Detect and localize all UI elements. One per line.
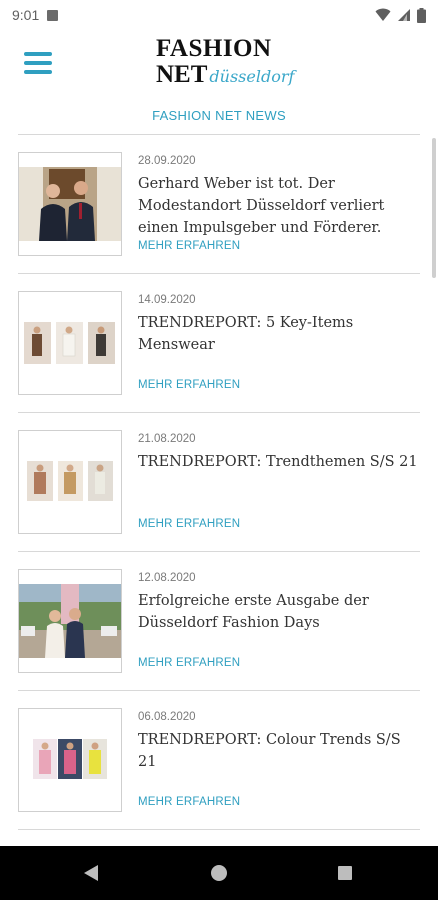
news-item[interactable]: 21.08.2020 TRENDREPORT: Trendthemen S/S … xyxy=(18,413,420,552)
news-title[interactable]: Erfolgreiche erste Ausgabe der Düsseldor… xyxy=(138,590,420,634)
news-item[interactable]: 14.09.2020 TRENDREPORT: 5 Key-Items Mens… xyxy=(18,274,420,413)
news-title[interactable]: Gerhard Weber ist tot. Der Modestandort … xyxy=(138,173,420,239)
section-title-news[interactable]: FASHION NET NEWS xyxy=(0,108,438,123)
scrollbar[interactable] xyxy=(432,138,436,278)
read-more-link[interactable]: MEHR ERFAHREN xyxy=(138,657,240,669)
recents-icon[interactable] xyxy=(338,866,352,880)
home-icon[interactable] xyxy=(211,865,227,881)
read-more-link[interactable]: MEHR ERFAHREN xyxy=(138,379,240,391)
news-thumbnail[interactable] xyxy=(18,291,122,395)
news-thumbnail[interactable] xyxy=(18,708,122,812)
news-title[interactable]: TRENDREPORT: Trendthemen S/S 21 xyxy=(138,451,420,473)
news-item[interactable]: 06.08.2020 TRENDREPORT: Colour Trends S/… xyxy=(18,691,420,830)
news-thumbnail[interactable] xyxy=(18,569,122,673)
status-bar: 9:01 xyxy=(0,0,438,30)
news-item[interactable]: 28.09.2020 Gerhard Weber ist tot. Der Mo… xyxy=(18,135,420,274)
read-more-link[interactable]: MEHR ERFAHREN xyxy=(138,796,240,808)
news-item[interactable]: 12.08.2020 Erfolgreiche erste Ausgabe de… xyxy=(18,552,420,691)
cellular-signal-icon xyxy=(398,9,410,21)
status-icons xyxy=(375,7,426,23)
news-title[interactable]: TRENDREPORT: Colour Trends S/S 21 xyxy=(138,729,420,773)
sim-card-icon xyxy=(47,9,59,21)
news-date: 21.08.2020 xyxy=(138,433,196,445)
status-time: 9:01 xyxy=(12,7,40,23)
news-date: 28.09.2020 xyxy=(138,155,196,167)
news-date: 12.08.2020 xyxy=(138,572,196,584)
battery-icon xyxy=(417,7,426,23)
news-thumbnail[interactable] xyxy=(18,152,122,256)
read-more-link[interactable]: MEHR ERFAHREN xyxy=(138,518,240,530)
back-icon[interactable] xyxy=(84,865,98,881)
read-more-link[interactable]: MEHR ERFAHREN xyxy=(138,240,240,252)
news-thumbnail[interactable] xyxy=(18,430,122,534)
fashion-net-logo: FASHION NET düsseldorf xyxy=(156,35,295,88)
wifi-icon xyxy=(375,8,391,21)
hamburger-menu-icon[interactable] xyxy=(24,52,52,74)
news-date: 06.08.2020 xyxy=(138,711,196,723)
news-title[interactable]: TRENDREPORT: 5 Key-Items Menswear xyxy=(138,312,420,356)
app-header: FASHION NET düsseldorf xyxy=(0,30,438,102)
news-date: 14.09.2020 xyxy=(138,294,196,306)
news-list: 28.09.2020 Gerhard Weber ist tot. Der Mo… xyxy=(18,135,420,830)
system-navigation-bar xyxy=(0,846,438,900)
